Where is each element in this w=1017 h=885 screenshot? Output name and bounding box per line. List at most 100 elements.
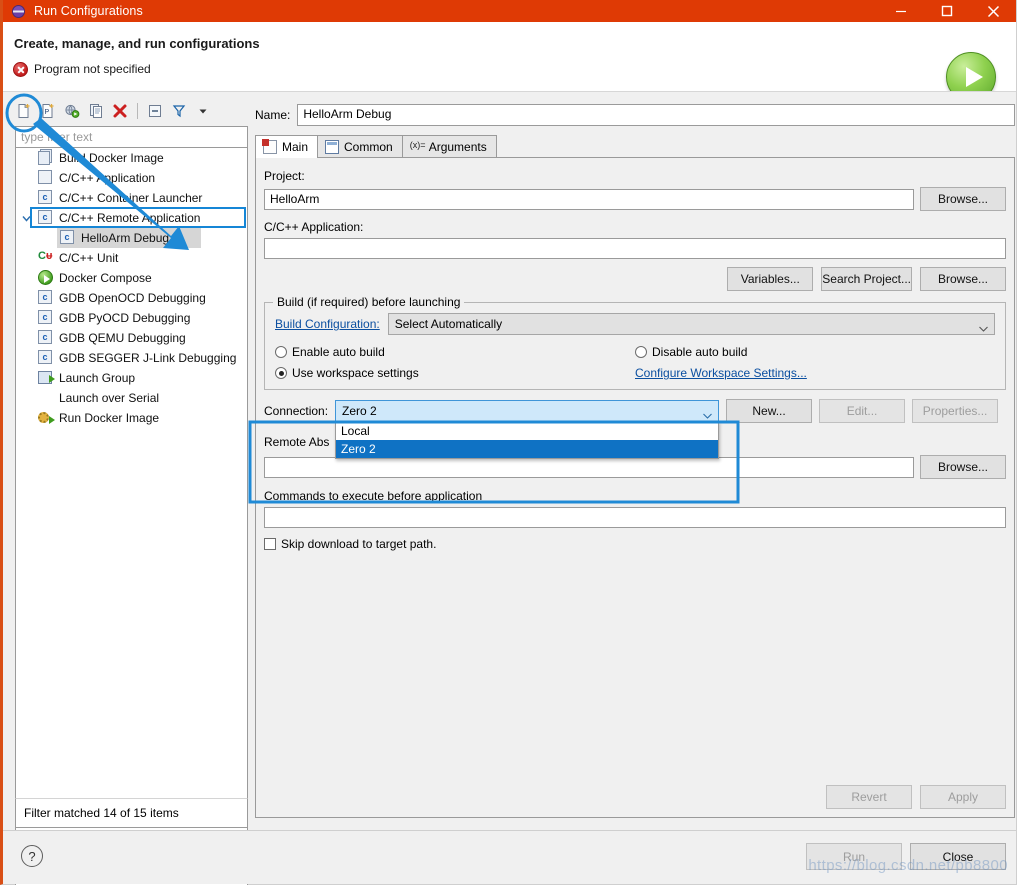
connection-select[interactable]: Zero 2 (335, 400, 720, 422)
green-play-icon (38, 270, 54, 286)
window-titlebar: Run Configurations (3, 0, 1016, 22)
tree-item-label: GDB PyOCD Debugging (59, 311, 191, 325)
build-group-title: Build (if required) before launching (273, 295, 465, 309)
variables-button[interactable]: Variables... (727, 267, 814, 291)
launch-group-icon (38, 370, 55, 386)
application-browse-button[interactable]: Browse... (920, 267, 1006, 291)
chevron-down-icon[interactable] (192, 100, 214, 122)
tree-item-label: HelloArm Debug (81, 231, 170, 245)
dialog-header: Create, manage, and run configurations P… (3, 22, 1016, 92)
window-controls (878, 0, 1016, 22)
checkbox-icon (264, 538, 276, 550)
common-tab-icon (325, 139, 340, 154)
skip-download-row[interactable]: Skip download to target path. (264, 537, 1006, 551)
configurations-tree[interactable]: Build Docker Image C/C++ Application c C… (15, 148, 248, 885)
tree-item[interactable]: Launch Group (16, 368, 247, 388)
build-configuration-select[interactable]: Select Automatically (387, 313, 995, 335)
main-tab-panel: Project: HelloArm Browse... C/C++ Applic… (255, 158, 1015, 818)
new-document-icon[interactable] (13, 100, 35, 122)
enable-auto-build-option[interactable]: Enable auto build (275, 345, 635, 359)
tree-item-label: Docker Compose (59, 271, 152, 285)
tab-arguments[interactable]: (x)= Arguments (401, 135, 497, 157)
tree-item[interactable]: Run Docker Image (16, 408, 247, 428)
export-icon[interactable] (61, 100, 83, 122)
filter-funnel-icon[interactable] (168, 100, 190, 122)
revert-button: Revert (826, 785, 912, 809)
chevron-down-icon (979, 321, 988, 332)
tree-item[interactable]: c GDB QEMU Debugging (16, 328, 247, 348)
tree-item[interactable]: Build Docker Image (16, 148, 247, 168)
status-message: Program not specified (34, 62, 151, 76)
chevron-expanded-icon[interactable] (22, 214, 31, 222)
use-workspace-settings-option[interactable]: Use workspace settings (275, 366, 635, 380)
search-project-button[interactable]: Search Project... (821, 267, 912, 291)
minimize-button[interactable] (878, 0, 924, 22)
tab-common[interactable]: Common (317, 135, 403, 157)
tree-item[interactable]: c GDB OpenOCD Debugging (16, 288, 247, 308)
remote-path-browse-button[interactable]: Browse... (920, 455, 1006, 479)
tree-item[interactable]: Cᵾ C/C++ Unit (16, 248, 247, 268)
tree-item[interactable]: Launch over Serial (16, 388, 247, 408)
connection-dropdown-list[interactable]: Local Zero 2 (335, 421, 719, 459)
tree-item[interactable]: Docker Compose (16, 268, 247, 288)
run-play-icon (946, 52, 996, 91)
configurations-toolbar: P (11, 98, 248, 124)
c-container-icon: c (38, 190, 54, 206)
project-label: Project: (264, 169, 305, 183)
tree-item-label: GDB OpenOCD Debugging (59, 291, 206, 305)
delete-x-icon[interactable] (109, 100, 131, 122)
tab-label: Common (344, 139, 393, 154)
tab-main[interactable]: Main (255, 135, 319, 158)
tree-item-label: C/C++ Application (59, 171, 156, 185)
disable-auto-build-option[interactable]: Disable auto build (635, 345, 995, 359)
configure-workspace-settings-link[interactable]: Configure Workspace Settings... (635, 366, 807, 380)
new-prototype-icon[interactable]: P (37, 100, 59, 122)
tree-item-label: C/C++ Container Launcher (59, 191, 203, 205)
remote-path-input[interactable] (264, 456, 914, 478)
tree-item[interactable]: c GDB SEGGER J-Link Debugging (16, 348, 247, 368)
tree-item[interactable]: C/C++ Application (16, 168, 247, 188)
commands-input[interactable] (264, 507, 1006, 528)
help-button[interactable]: ? (21, 845, 43, 867)
build-configuration-link[interactable]: Build Configuration: (275, 317, 380, 331)
connection-area: Connection: Zero 2 New... Edit... Proper… (264, 399, 1006, 459)
enable-auto-build-label: Enable auto build (292, 345, 385, 359)
filter-input[interactable]: type filter text (15, 126, 248, 148)
project-input[interactable]: HelloArm (264, 188, 914, 210)
collapse-all-icon[interactable] (144, 100, 166, 122)
c-remote-icon: c (38, 290, 54, 306)
tree-item[interactable]: c C/C++ Container Launcher (16, 188, 247, 208)
duplicate-icon[interactable] (85, 100, 107, 122)
connection-properties-button: Properties... (912, 399, 999, 423)
application-input[interactable] (264, 238, 1006, 259)
run-configurations-dialog: Run Configurations Create, manage, and r… (0, 0, 1017, 885)
tree-item-label: Build Docker Image (59, 151, 164, 165)
tree-item-label: GDB QEMU Debugging (59, 331, 186, 345)
dropdown-option-zero-2[interactable]: Zero 2 (336, 440, 718, 458)
skip-download-label: Skip download to target path. (281, 537, 437, 551)
c-remote-icon: c (38, 310, 54, 326)
eclipse-globe-icon (11, 3, 27, 19)
tab-label: Arguments (428, 139, 487, 154)
application-buttons: Variables... Search Project... Browse... (264, 267, 1006, 291)
tree-item-label: GDB SEGGER J-Link Debugging (59, 351, 237, 365)
commands-label: Commands to execute before application (264, 489, 483, 503)
dropdown-option-local[interactable]: Local (336, 422, 718, 440)
auto-build-radios: Enable auto build Disable auto build (275, 345, 995, 359)
tree-item-c-cpp-remote-application[interactable]: c C/C++ Remote Application (16, 207, 247, 228)
page-title: Create, manage, and run configurations (14, 36, 260, 51)
connection-new-button[interactable]: New... (726, 399, 813, 423)
project-browse-button[interactable]: Browse... (920, 187, 1006, 211)
tab-label: Main (282, 139, 309, 154)
connection-edit-button: Edit... (819, 399, 906, 423)
tree-item-helloarm-debug[interactable]: c HelloArm Debug (16, 228, 247, 248)
name-input[interactable]: HelloArm Debug (297, 104, 1015, 126)
cunit-icon: Cᵾ (38, 250, 53, 262)
close-button[interactable] (970, 0, 1016, 22)
configurations-panel: P type filter text Build Docker Image C/… (11, 98, 248, 885)
tree-item[interactable]: c GDB PyOCD Debugging (16, 308, 247, 328)
svg-text:P: P (45, 109, 50, 116)
maximize-button[interactable] (924, 0, 970, 22)
configuration-editor: Name: HelloArm Debug Main Common (x)= Ar… (255, 104, 1015, 818)
use-workspace-settings-label: Use workspace settings (292, 366, 419, 380)
